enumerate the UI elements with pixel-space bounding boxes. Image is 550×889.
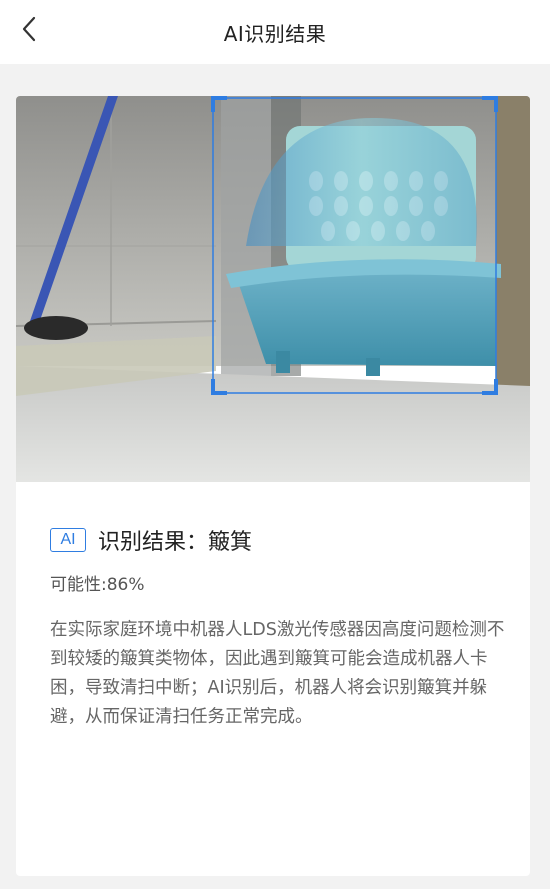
page-title: AI识别结果: [223, 21, 327, 46]
recognition-result: AI 识别结果：簸箕: [50, 524, 510, 556]
navigation-bar: AI识别结果: [0, 0, 550, 64]
result-label: 识别结果：簸箕: [98, 530, 253, 555]
probability-text: 可能性:86%: [50, 575, 145, 595]
chevron-left-icon: [22, 16, 36, 42]
ai-badge: AI: [50, 528, 86, 552]
camera-image: [16, 96, 530, 482]
back-button[interactable]: [14, 14, 44, 44]
description-text: 在实际家庭环境中机器人LDS激光传感器因高度问题检测不到较矮的簸箕类物体，因此遇…: [50, 620, 505, 727]
result-card: AI 识别结果：簸箕 可能性:86% 在实际家庭环境中机器人LDS激光传感器因高…: [16, 96, 530, 876]
